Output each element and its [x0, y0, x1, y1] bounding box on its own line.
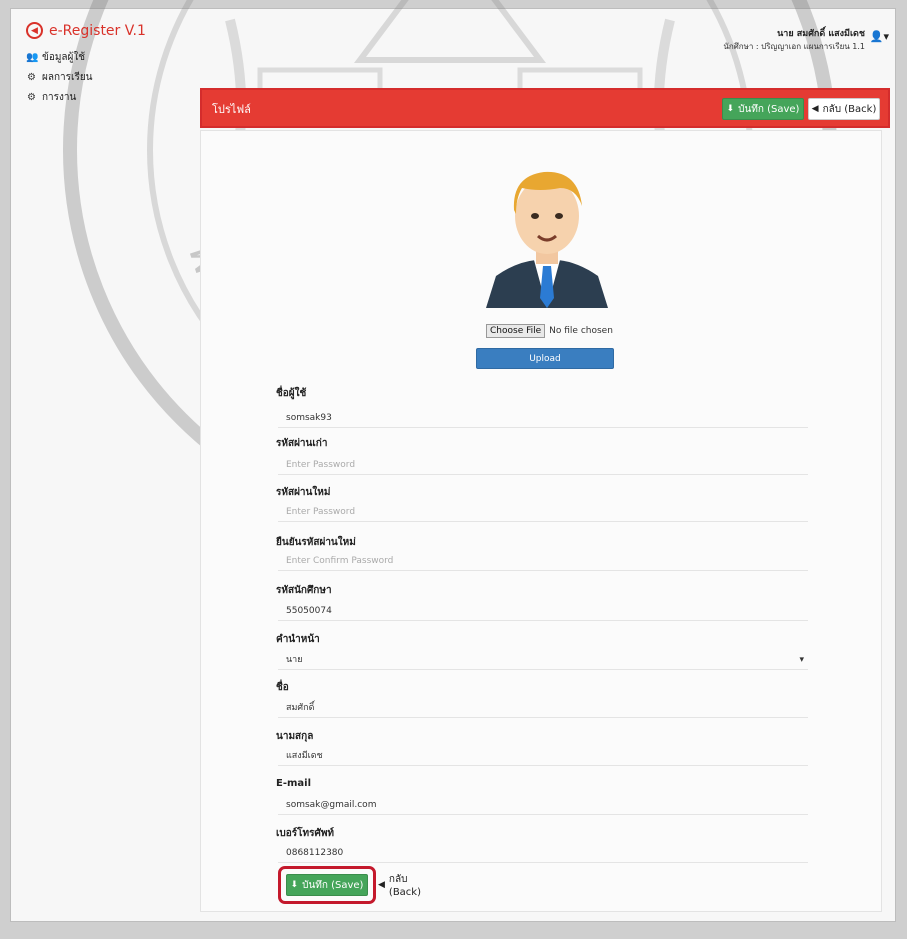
users-icon: 👥	[26, 52, 39, 63]
phone-input[interactable]: 0868112380	[278, 843, 808, 863]
confirm-password-label: ยืนยันรหัสผ่านใหม่	[276, 537, 356, 548]
prefix-label: คำนำหน้า	[276, 634, 320, 645]
page-title: โปรไฟล์	[212, 103, 251, 116]
user-name: นาย สมศักดิ์ แสงมีเดช	[777, 29, 865, 39]
email-label: E-mail	[276, 778, 312, 789]
sidebar-item-label: ข้อมูลผู้ใช้	[42, 52, 86, 63]
save-button-label: บันทึก (Save)	[302, 879, 364, 891]
new-password-label: รหัสผ่านใหม่	[276, 487, 331, 498]
back-circle-icon: ◀	[378, 880, 385, 890]
username-input[interactable]: somsak93	[278, 408, 808, 428]
phone-label: เบอร์โทรศัพท์	[276, 828, 335, 839]
prefix-select[interactable]: นาย ▾	[278, 650, 808, 670]
old-password-input[interactable]: Enter Password	[278, 455, 808, 475]
sidebar-item-label: ผลการเรียน	[42, 72, 93, 83]
student-id-label: รหัสนักศึกษา	[276, 585, 332, 596]
sidebar-item-grades[interactable]: ⚙ ผลการเรียน	[26, 70, 93, 85]
save-button-label: บันทึก (Save)	[738, 103, 800, 115]
new-password-input[interactable]: Enter Password	[278, 502, 808, 522]
upload-button[interactable]: Upload	[476, 348, 614, 369]
dropdown-arrow-icon: ▾	[799, 655, 804, 665]
file-picker-row: Choose File No file chosen	[486, 324, 613, 338]
first-name-label: ชื่อ	[276, 682, 289, 693]
back-button-label: กลับ (Back)	[822, 103, 877, 115]
old-password-label: รหัสผ่านเก่า	[276, 438, 328, 449]
back-button-label: กลับ (Back)	[388, 874, 422, 898]
choose-file-button[interactable]: Choose File	[486, 324, 546, 338]
app-logo-icon: ◀	[26, 22, 43, 39]
last-name-input[interactable]: แสงมีเดช	[278, 746, 808, 766]
prefix-value: นาย	[286, 655, 303, 665]
sidebar-item-work[interactable]: ⚙ การงาน	[26, 90, 76, 105]
save-button-top[interactable]: ⬇ บันทึก (Save)	[722, 98, 804, 120]
back-button-bottom[interactable]: ◀ กลับ (Back)	[378, 874, 442, 898]
gears-icon: ⚙	[27, 72, 36, 83]
back-circle-icon: ◀	[811, 104, 819, 114]
last-name-label: นามสกุล	[276, 731, 314, 742]
page-header: โปรไฟล์ ⬇ บันทึก (Save) ◀ กลับ (Back)	[200, 88, 890, 128]
student-id-input[interactable]: 55050074	[278, 601, 808, 621]
gears-icon: ⚙	[27, 92, 36, 103]
confirm-password-input[interactable]: Enter Confirm Password	[278, 551, 808, 571]
email-input[interactable]: somsak@gmail.com	[278, 795, 808, 815]
save-button-bottom[interactable]: ⬇ บันทึก (Save)	[286, 874, 368, 896]
file-status: No file chosen	[549, 326, 613, 336]
profile-avatar	[486, 171, 608, 308]
app-brand[interactable]: ◀ e-Register V.1	[26, 22, 146, 39]
download-icon: ⬇	[726, 104, 735, 114]
user-menu-icon[interactable]: 👤▾	[870, 30, 889, 43]
user-role: นักศึกษา : ปริญญาเอก แผนการเรียน 1.1	[723, 42, 865, 51]
app-title: e-Register V.1	[49, 22, 146, 39]
sidebar-item-label: การงาน	[42, 92, 77, 103]
download-icon: ⬇	[290, 880, 299, 890]
sidebar-item-user-info[interactable]: 👥 ข้อมูลผู้ใช้	[26, 50, 85, 65]
first-name-input[interactable]: สมศักดิ์	[278, 698, 808, 718]
back-button-top[interactable]: ◀ กลับ (Back)	[808, 98, 880, 120]
username-label: ชื่อผู้ใช้	[276, 388, 307, 399]
